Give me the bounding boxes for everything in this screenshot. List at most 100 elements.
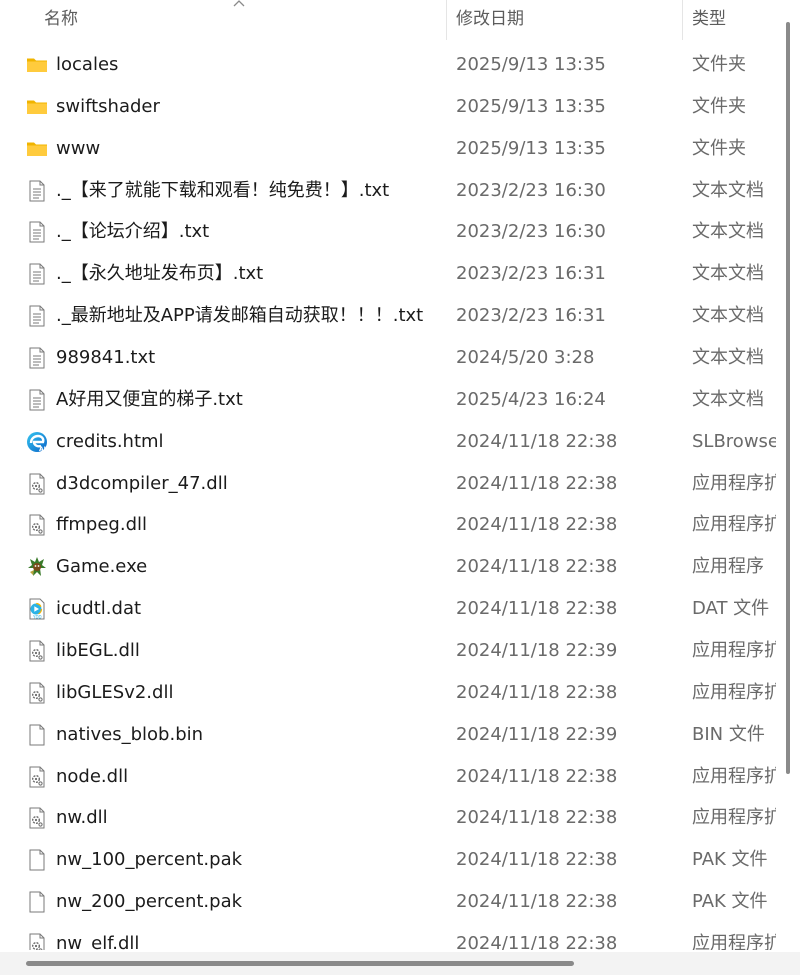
file-row[interactable]: nw_200_percent.pak 2024/11/18 22:38 PAK 文件 [0,881,776,923]
file-row[interactable]: ._【来了就能下载和观看！纯免费！】.txt 2023/2/23 16:30 文本文… [0,170,776,212]
file-row[interactable]: A好用又便宜的梯子.txt 2025/4/23 16:24 文本文档 [0,379,776,421]
file-date-modified: 2023/2/23 16:30 [456,179,606,201]
svg-text:YDD: YDD [32,615,42,620]
text-file-icon [26,305,48,327]
file-date-modified: 2024/11/18 22:38 [456,849,618,871]
blank-file-icon [26,724,48,746]
file-row[interactable]: natives_blob.bin 2024/11/18 22:39 BIN 文件 [0,714,776,756]
file-name: ._【论坛介绍】.txt [56,221,210,243]
blank-file-icon [26,849,48,871]
file-date-modified: 2025/4/23 16:24 [456,388,606,410]
file-type: 文件夹 [692,95,746,117]
dll-file-icon [26,766,48,788]
media-dat-icon: YDD [26,598,48,620]
file-type: DAT 文件 [692,598,770,620]
text-file-icon [26,263,48,285]
file-row[interactable]: nw_elf.dll 2024/11/18 22:38 应用程序扩 [0,923,776,950]
file-name: nw_100_percent.pak [56,849,243,871]
file-type: 文本文档 [692,305,764,327]
horizontal-scrollbar-thumb[interactable] [26,961,574,966]
column-divider[interactable] [446,0,447,40]
file-name: nw_elf.dll [56,933,140,950]
file-row[interactable]: AI credits.html 2024/11/18 22:38 SLBrowser [0,421,776,463]
horizontal-scrollbar[interactable] [0,952,800,975]
file-row[interactable]: Game.exe 2024/11/18 22:38 应用程序 [0,546,776,588]
file-row[interactable]: YDD icudtl.dat 2024/11/18 22:38 DAT 文件 [0,588,776,630]
column-header-date-modified[interactable]: 修改日期 [456,0,524,40]
column-divider[interactable] [682,0,683,40]
file-row[interactable]: libGLESv2.dll 2024/11/18 22:38 应用程序扩 [0,672,776,714]
file-name: A好用又便宜的梯子.txt [56,388,243,410]
vertical-scrollbar-thumb[interactable] [786,22,790,774]
sort-ascending-icon [233,0,245,7]
dll-file-icon [26,514,48,536]
file-type: 文件夹 [692,54,746,75]
file-type: 应用程序 [692,556,764,578]
file-type: BIN 文件 [692,723,765,745]
file-type: 应用程序扩 [692,807,776,829]
column-header-bar: 名称 修改日期 类型 [0,0,776,40]
file-row[interactable]: www 2025/9/13 13:35 文件夹 [0,128,776,170]
dll-file-icon [26,933,48,950]
file-date-modified: 2024/11/18 22:39 [456,723,618,745]
file-type: PAK 文件 [692,849,768,871]
game-exe-icon [26,556,48,578]
blank-file-icon [26,891,48,913]
file-row[interactable]: 989841.txt 2024/5/20 3:28 文本文档 [0,337,776,379]
file-name: d3dcompiler_47.dll [56,472,228,494]
file-date-modified: 2024/5/20 3:28 [456,347,595,369]
file-type: SLBrowser [692,430,776,452]
file-date-modified: 2024/11/18 22:38 [456,807,618,829]
file-type: 文本文档 [692,221,764,243]
file-list: locales 2025/9/13 13:35 文件夹 swiftshader 2025… [0,44,776,950]
file-row[interactable]: d3dcompiler_47.dll 2024/11/18 22:38 应用程序扩 [0,463,776,505]
file-name: Game.exe [56,556,148,578]
text-file-icon [26,347,48,369]
dll-file-icon [26,807,48,829]
browser-html-icon: AI [26,431,48,453]
file-date-modified: 2024/11/18 22:38 [456,514,618,536]
vertical-scrollbar[interactable] [776,0,800,950]
file-row[interactable]: ._最新地址及APP请发邮箱自动获取！！！.txt 2023/2/23 16:31… [0,295,776,337]
folder-icon [26,96,48,118]
file-name: credits.html [56,430,164,452]
dll-file-icon [26,640,48,662]
dll-file-icon [26,682,48,704]
file-name: ._最新地址及APP请发邮箱自动获取！！！.txt [56,305,424,327]
column-header-type[interactable]: 类型 [692,0,726,40]
file-row[interactable]: swiftshader 2025/9/13 13:35 文件夹 [0,86,776,128]
file-type: 文本文档 [692,388,764,410]
file-name: locales [56,54,119,75]
folder-icon [26,138,48,160]
file-name: icudtl.dat [56,598,142,620]
file-date-modified: 2024/11/18 22:38 [456,430,618,452]
file-name: natives_blob.bin [56,723,204,745]
file-type: 应用程序扩 [692,933,776,950]
file-row[interactable]: ffmpeg.dll 2024/11/18 22:38 应用程序扩 [0,504,776,546]
file-type: 应用程序扩 [692,472,776,494]
svg-text:AI: AI [39,446,46,453]
file-date-modified: 2025/9/13 13:35 [456,95,606,117]
file-row[interactable]: libEGL.dll 2024/11/18 22:39 应用程序扩 [0,630,776,672]
file-date-modified: 2024/11/18 22:38 [456,598,618,620]
file-row[interactable]: nw_100_percent.pak 2024/11/18 22:38 PAK 文件 [0,839,776,881]
file-type: 文本文档 [692,347,764,369]
file-row[interactable]: ._【论坛介绍】.txt 2023/2/23 16:30 文本文档 [0,211,776,253]
text-file-icon [26,180,48,202]
file-row[interactable]: nw.dll 2024/11/18 22:38 应用程序扩 [0,797,776,839]
folder-icon [26,54,48,76]
file-name: 989841.txt [56,347,156,369]
file-row[interactable]: node.dll 2024/11/18 22:38 应用程序扩 [0,756,776,798]
file-date-modified: 2024/11/18 22:38 [456,891,618,913]
file-row[interactable]: locales 2025/9/13 13:35 文件夹 [0,44,776,86]
dll-file-icon [26,473,48,495]
file-type: 应用程序扩 [692,514,776,536]
file-date-modified: 2025/9/13 13:35 [456,137,606,159]
file-row[interactable]: ._【永久地址发布页】.txt 2023/2/23 16:31 文本文档 [0,253,776,295]
file-type: 应用程序扩 [692,640,776,662]
file-name: swiftshader [56,95,160,117]
file-name: node.dll [56,765,129,787]
column-header-name[interactable]: 名称 [44,0,78,40]
file-name: nw_200_percent.pak [56,891,243,913]
file-name: libGLESv2.dll [56,681,174,703]
